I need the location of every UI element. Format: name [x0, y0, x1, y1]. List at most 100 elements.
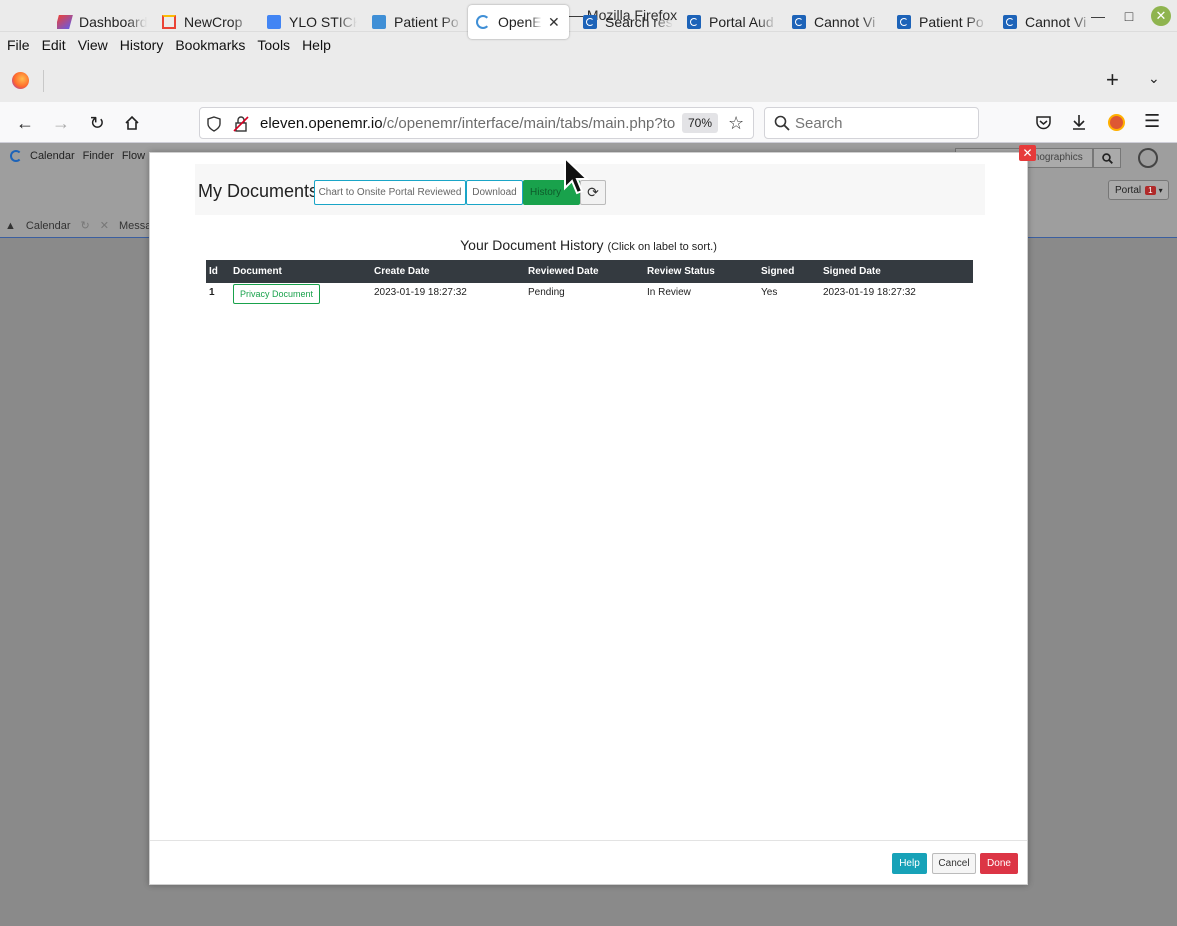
portal-dropdown[interactable]: Portal 1 ▾: [1108, 180, 1169, 200]
tab-openemr-active[interactable]: OpenEMR ✕: [468, 5, 569, 39]
url-text[interactable]: eleven.openemr.io/c/openemr/interface/ma…: [260, 115, 675, 132]
column-signed[interactable]: Signed: [758, 260, 820, 283]
search-bar[interactable]: [764, 107, 979, 139]
tab-strip: [0, 58, 1177, 102]
tab-cannot-view-2[interactable]: Cannot Vi: [1003, 5, 1093, 39]
cell-reviewed-date: Pending: [528, 287, 565, 298]
maximize-icon[interactable]: □: [1119, 6, 1139, 26]
forward-icon[interactable]: →: [50, 112, 72, 134]
tab-patient-portal-1[interactable]: Patient Po: [372, 5, 462, 39]
caret-down-icon: ▾: [1158, 185, 1163, 195]
user-avatar-icon[interactable]: [1138, 148, 1158, 168]
reload-icon[interactable]: ↻: [86, 112, 108, 134]
hamburger-menu-icon[interactable]: ☰: [1144, 111, 1160, 132]
cell-signed: Yes: [761, 287, 778, 298]
portal-badge: 1: [1145, 185, 1156, 195]
modal-footer: Help Cancel Done: [150, 840, 1027, 884]
app-tab-messages[interactable]: Messa: [119, 220, 151, 232]
menu-help[interactable]: Help: [302, 37, 331, 53]
pocket-icon[interactable]: [1035, 115, 1052, 131]
privacy-document-link[interactable]: Privacy Document: [233, 284, 321, 304]
search-icon: [774, 115, 790, 131]
bookmark-star-icon[interactable]: ☆: [728, 113, 744, 134]
document-history-table: Id Document Create Date Reviewed Date Re…: [206, 260, 973, 309]
home-icon[interactable]: [121, 112, 143, 134]
downloads-icon[interactable]: [1071, 114, 1087, 131]
new-tab-icon[interactable]: +: [1106, 67, 1119, 93]
done-button[interactable]: Done: [980, 853, 1018, 874]
zoom-indicator[interactable]: 70%: [682, 113, 718, 133]
magnifier-icon: [1101, 152, 1113, 164]
page-title: My Documents: [198, 181, 319, 201]
cell-review-status: In Review: [647, 287, 691, 298]
sort-hint: (Click on label to sort.): [607, 241, 717, 253]
openemr-favicon-icon: [476, 15, 490, 29]
url-bar[interactable]: eleven.openemr.io/c/openemr/interface/ma…: [199, 107, 754, 139]
firefox-view-icon[interactable]: [12, 72, 29, 89]
documents-modal: My Documents Chart to Onsite Portal Revi…: [149, 152, 1028, 885]
app-tab-refresh-icon[interactable]: ↻: [81, 219, 90, 232]
tab-close-icon[interactable]: ✕: [548, 14, 560, 31]
list-tabs-chevron-icon[interactable]: ⌄: [1148, 70, 1160, 87]
app-tab-calendar[interactable]: Calendar: [26, 220, 71, 232]
download-button[interactable]: Download: [466, 180, 523, 205]
app-nav-calendar[interactable]: Calendar: [30, 150, 75, 162]
tracking-shield-icon[interactable]: [206, 116, 222, 132]
cell-id: 1: [209, 287, 215, 298]
help-button[interactable]: Help: [892, 853, 927, 874]
tab-newcrop[interactable]: NewCrop: [162, 5, 252, 39]
openemr-favicon-icon: [583, 15, 597, 29]
openemr-logo-icon: [10, 150, 22, 162]
tab-portal-audit[interactable]: Portal Aud: [687, 5, 777, 39]
tab-dashboard[interactable]: Dashboard: [57, 5, 147, 39]
collapse-caret-icon[interactable]: ▲: [5, 220, 16, 232]
duckduckgo-extension-icon[interactable]: [1108, 114, 1125, 131]
app-tab-line: ▲ Calendar ↻ ✕ Messa: [5, 219, 151, 233]
column-reviewed-date[interactable]: Reviewed Date: [525, 260, 644, 283]
app-nav-finder[interactable]: Finder: [83, 150, 114, 162]
cell-signed-date: 2023-01-19 18:27:32: [823, 287, 916, 298]
column-document[interactable]: Document: [230, 260, 371, 283]
insecure-lock-icon[interactable]: [233, 116, 249, 132]
window-close-icon[interactable]: ✕: [1151, 6, 1171, 26]
menu-bookmarks[interactable]: Bookmarks: [175, 37, 245, 53]
column-create-date[interactable]: Create Date: [371, 260, 525, 283]
tab-divider: [43, 70, 44, 92]
openemr-favicon-icon: [897, 15, 911, 29]
app-main-nav: Calendar Finder Flow: [10, 150, 145, 162]
mouse-pointer-icon: [564, 156, 590, 195]
history-caption: Your Document History (Click on label to…: [460, 237, 717, 253]
table-row: 1 Privacy Document 2023-01-19 18:27:32 P…: [206, 283, 973, 309]
tab-search-results[interactable]: Search res: [583, 5, 673, 39]
google-docs-icon: [267, 15, 281, 29]
tab-cannot-view-1[interactable]: Cannot Vi: [792, 5, 882, 39]
dashboard-favicon-icon: [57, 15, 73, 29]
menu-view[interactable]: View: [78, 37, 108, 53]
app-search-button[interactable]: [1093, 148, 1121, 168]
menu-tools[interactable]: Tools: [257, 37, 290, 53]
cancel-button[interactable]: Cancel: [932, 853, 976, 874]
cell-document: Privacy Document: [230, 283, 371, 309]
gmail-icon: [162, 15, 176, 29]
app-nav-flow[interactable]: Flow: [122, 150, 145, 162]
table-header-row: Id Document Create Date Reviewed Date Re…: [206, 260, 973, 283]
navigation-bar: ← → ↻ eleven.openemr.io/c/openemr/interf…: [0, 102, 1177, 143]
tab-patient-portal-2[interactable]: Patient Po: [897, 5, 987, 39]
app-tab-close-icon[interactable]: ✕: [100, 219, 109, 232]
search-input[interactable]: [795, 115, 965, 132]
tab-ylo-stick[interactable]: YLO STICK: [267, 5, 357, 39]
column-id[interactable]: Id: [206, 260, 230, 283]
modal-close-icon[interactable]: ✕: [1019, 145, 1036, 161]
menu-history[interactable]: History: [120, 37, 164, 53]
openemr-favicon-icon: [1003, 15, 1017, 29]
menu-file[interactable]: File: [7, 37, 30, 53]
openemr-favicon-icon: [372, 15, 386, 29]
column-review-status[interactable]: Review Status: [644, 260, 758, 283]
openemr-favicon-icon: [792, 15, 806, 29]
column-signed-date[interactable]: Signed Date: [820, 260, 973, 283]
openemr-favicon-icon: [687, 15, 701, 29]
chart-reviewed-button[interactable]: Chart to Onsite Portal Reviewed: [314, 180, 466, 205]
menu-edit[interactable]: Edit: [42, 37, 66, 53]
back-icon[interactable]: ←: [14, 112, 36, 134]
cell-create-date: 2023-01-19 18:27:32: [374, 287, 467, 298]
